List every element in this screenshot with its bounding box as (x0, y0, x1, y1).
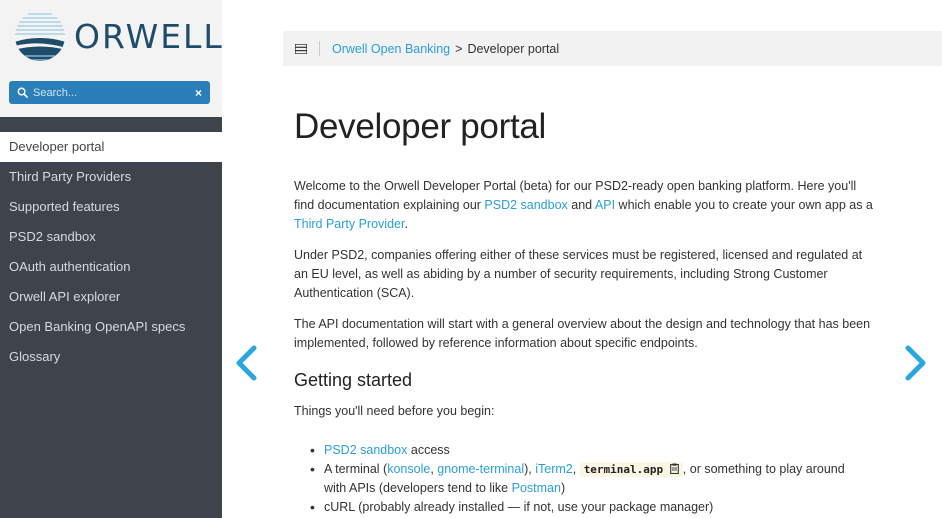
sidebar-item-oauth-authentication[interactable]: OAuth authentication (0, 252, 222, 282)
sidebar: ORWELL × Developer portal Third Party Pr… (0, 0, 222, 518)
text: which enable you to create your own app … (615, 198, 873, 212)
clear-search-icon[interactable]: × (195, 86, 202, 100)
clipboard-icon[interactable] (669, 463, 679, 475)
page-title: Developer portal (294, 107, 547, 146)
logo-text: ORWELL (74, 16, 224, 56)
text: access (407, 443, 450, 457)
text: , (572, 462, 580, 476)
chevron-left-icon[interactable] (233, 345, 259, 381)
sidebar-item-glossary[interactable]: Glossary (0, 342, 222, 372)
psd2-paragraph: Under PSD2, companies offering either of… (294, 248, 863, 300)
list-item: A terminal (konsole, gnome-terminal), iT… (308, 460, 868, 498)
breadcrumb-separator: > (455, 41, 463, 56)
api-docs-paragraph: The API documentation will start with a … (294, 317, 871, 350)
list-item: cURL (probably already installed — if no… (308, 498, 868, 517)
iterm2-link[interactable]: iTerm2 (535, 462, 573, 476)
sidebar-item-developer-portal[interactable]: Developer portal (0, 132, 222, 162)
menu-icon[interactable] (295, 43, 307, 54)
chevron-right-icon[interactable] (903, 345, 929, 381)
sidebar-item-supported-features[interactable]: Supported features (0, 192, 222, 222)
text: and (567, 198, 595, 212)
search-input[interactable] (33, 86, 195, 99)
sidebar-item-third-party-providers[interactable]: Third Party Providers (0, 162, 222, 192)
postman-link[interactable]: Postman (512, 481, 561, 495)
terminal-app-code: terminal.app (579, 462, 683, 477)
getting-started-heading: Getting started (294, 370, 413, 390)
text: ), (524, 462, 536, 476)
list-item: PSD2 sandbox access (308, 441, 868, 460)
sidebar-header: ORWELL × (0, 0, 222, 117)
breadcrumb-current: Developer portal (467, 41, 560, 56)
text: . (404, 217, 408, 231)
sidebar-item-openapi-specs[interactable]: Open Banking OpenAPI specs (0, 312, 222, 342)
sidebar-item-api-explorer[interactable]: Orwell API explorer (0, 282, 222, 312)
psd2-sandbox-link[interactable]: PSD2 sandbox (484, 198, 567, 212)
konsole-link[interactable]: konsole (387, 462, 430, 476)
third-party-provider-link[interactable]: Third Party Provider (294, 217, 404, 231)
code-text: terminal.app (583, 463, 664, 476)
text: A terminal ( (324, 462, 388, 476)
breadcrumb-link-home[interactable]: Orwell Open Banking (332, 42, 450, 56)
intro-paragraph: Welcome to the Orwell Developer Portal (… (294, 177, 874, 234)
search-icon (17, 87, 28, 98)
text: ) (560, 481, 566, 495)
logo[interactable]: ORWELL (14, 10, 224, 62)
gnome-terminal-link[interactable]: gnome-terminal (437, 462, 524, 476)
breadcrumb-divider (319, 41, 320, 56)
psd2-sandbox-access-link[interactable]: PSD2 sandbox (324, 443, 407, 457)
logo-mark-icon (15, 11, 65, 61)
api-link[interactable]: API (595, 198, 615, 212)
sidebar-nav: Developer portal Third Party Providers S… (0, 132, 222, 372)
getting-started-intro: Things you'll need before you begin: (294, 404, 495, 418)
search-box[interactable]: × (9, 81, 210, 104)
sidebar-item-psd2-sandbox[interactable]: PSD2 sandbox (0, 222, 222, 252)
requirements-list: PSD2 sandbox access A terminal (konsole,… (308, 441, 868, 517)
breadcrumb: Orwell Open Banking > Developer portal (283, 31, 942, 66)
